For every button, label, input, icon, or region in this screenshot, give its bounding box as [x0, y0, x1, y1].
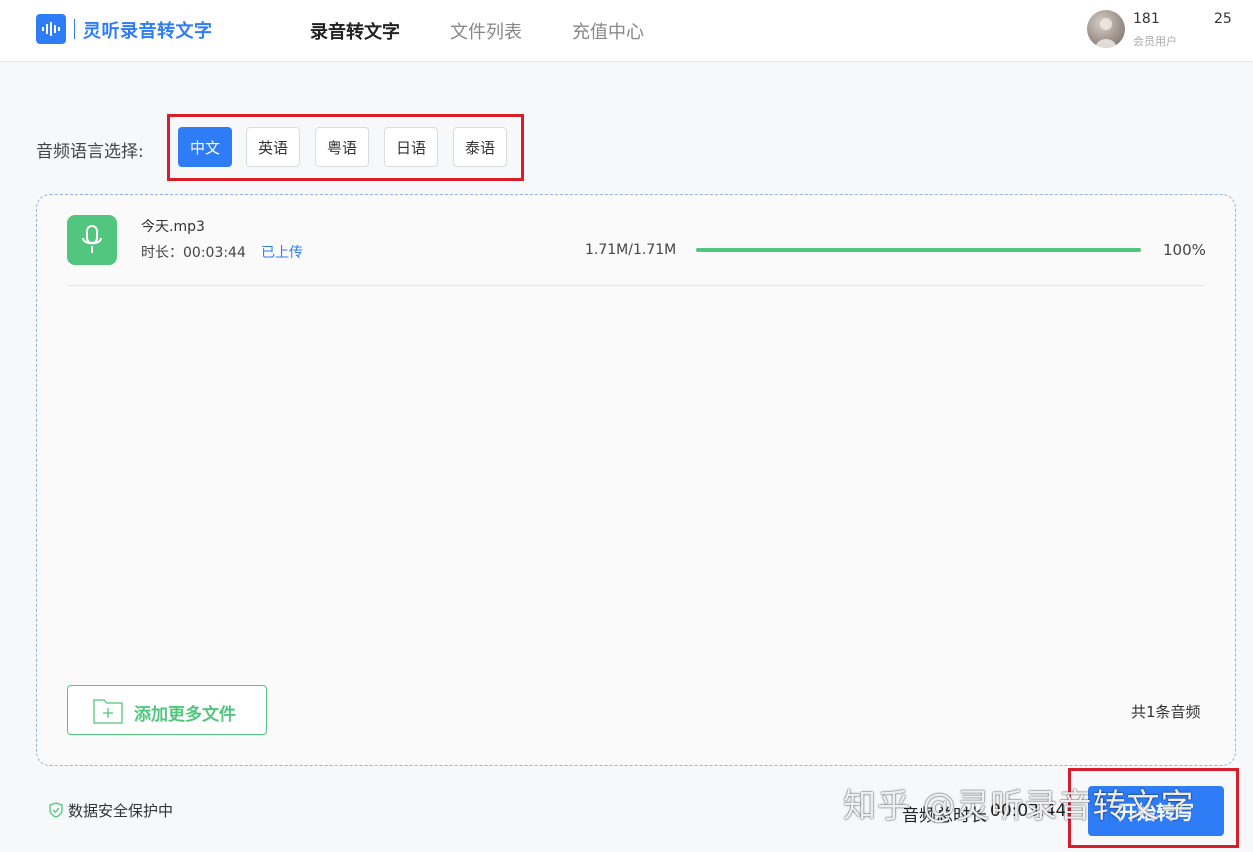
- upload-progress-fill: [696, 248, 1141, 252]
- file-size: 1.71M/1.71M: [585, 242, 677, 258]
- user-name-start[interactable]: 181: [1133, 11, 1160, 27]
- microphone-icon: [67, 215, 117, 265]
- upload-dropzone[interactable]: [36, 194, 1236, 766]
- logo-divider: [74, 19, 75, 39]
- add-more-files-label: 添加更多文件: [134, 705, 236, 725]
- nav-tab-recharge-center[interactable]: 充值中心: [572, 18, 644, 44]
- top-bar: 灵听录音转文字 录音转文字 文件列表 充值中心 181 25 会员用户: [0, 0, 1253, 62]
- upload-progress-bar: [696, 248, 1141, 252]
- upload-status: 已上传: [261, 245, 303, 261]
- language-label: 音频语言选择:: [36, 142, 144, 162]
- nav-tab-file-list[interactable]: 文件列表: [450, 18, 522, 44]
- waveform-logo-icon: [36, 14, 66, 44]
- avatar[interactable]: [1087, 10, 1125, 48]
- audio-count: 共1条音频: [1131, 703, 1201, 721]
- shield-check-icon: [49, 802, 63, 818]
- nav-tab-record-to-text[interactable]: 录音转文字: [310, 18, 400, 44]
- file-row-divider: [67, 285, 1205, 286]
- user-role: 会员用户: [1133, 35, 1177, 48]
- watermark: 知乎 @灵听录音转文字: [843, 786, 1195, 825]
- user-name-end[interactable]: 25: [1214, 11, 1232, 27]
- add-more-files-button[interactable]: 添加更多文件: [67, 685, 267, 735]
- security-status: 数据安全保护中: [68, 802, 174, 820]
- app-name: 灵听录音转文字: [83, 21, 213, 42]
- language-highlight-box: [167, 114, 524, 181]
- file-name: 今天.mp3: [141, 219, 205, 235]
- file-duration: 时长：00:03:44: [141, 245, 246, 261]
- upload-progress-percent: 100%: [1163, 241, 1206, 259]
- folder-plus-icon: [93, 699, 123, 724]
